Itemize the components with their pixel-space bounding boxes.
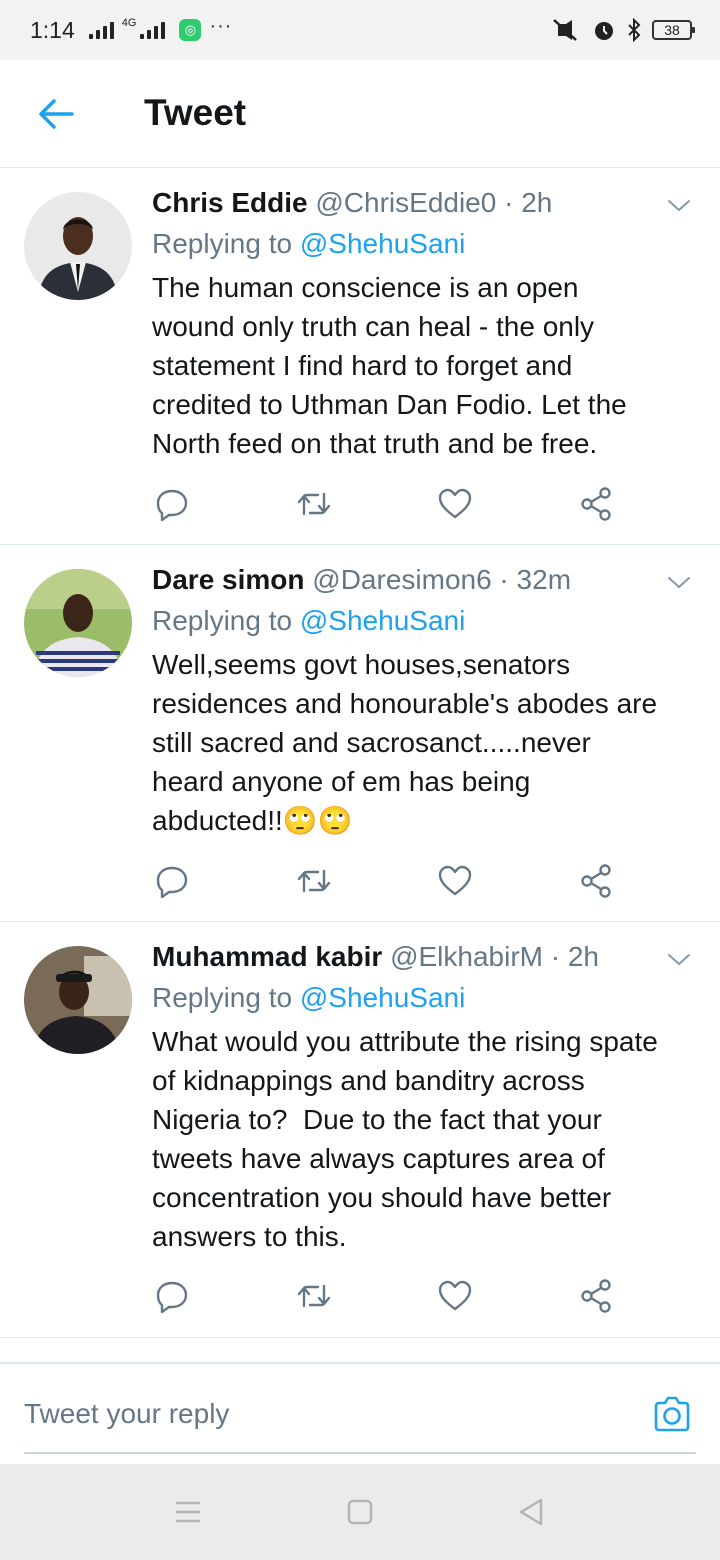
top-app-bar: Tweet xyxy=(0,60,720,168)
author-name[interactable]: Chris Eddie xyxy=(152,187,308,218)
replying-to: Replying to @ShehuSani xyxy=(152,981,700,1015)
tweet-text: The human conscience is an open wound on… xyxy=(152,272,627,459)
reply-input[interactable] xyxy=(24,1392,584,1436)
like-icon[interactable] xyxy=(437,863,473,899)
tweet-item[interactable]: Muhammad kabir @ElkhabirM · 2h Replying … xyxy=(0,922,720,1338)
replying-to-label: Replying to xyxy=(152,982,300,1013)
tweet-item[interactable]: Chris Eddie @ChrisEddie0 · 2h Replying t… xyxy=(0,168,720,545)
tweet-actions xyxy=(152,1278,622,1318)
replying-to-mention[interactable]: @ShehuSani xyxy=(300,228,465,259)
replying-to: Replying to @ShehuSani xyxy=(152,604,700,638)
avatar[interactable] xyxy=(24,192,132,300)
avatar[interactable] xyxy=(24,946,132,1054)
tweet-content: Muhammad kabir @ElkhabirM · 2h Replying … xyxy=(152,940,700,1256)
share-icon[interactable] xyxy=(578,1278,614,1314)
reply-composer xyxy=(0,1362,720,1464)
home-square-icon[interactable] xyxy=(342,1494,378,1530)
page-title: Tweet xyxy=(144,92,247,133)
back-arrow-icon[interactable] xyxy=(36,94,76,134)
retweet-icon[interactable] xyxy=(296,1278,332,1314)
tweet-content: Dare simon @Daresimon6 · 32m Replying to… xyxy=(152,563,700,840)
like-icon[interactable] xyxy=(437,486,473,522)
tweet-header: Muhammad kabir @ElkhabirM · 2h xyxy=(152,940,700,974)
tweet-actions xyxy=(152,863,622,903)
tweet-header: Chris Eddie @ChrisEddie0 · 2h xyxy=(152,186,700,220)
app-notification-icon: ◎ xyxy=(179,19,202,41)
retweet-icon[interactable] xyxy=(296,863,332,899)
tweet-text: Well,seems govt houses,senators residenc… xyxy=(152,649,658,836)
reply-icon[interactable] xyxy=(154,486,190,522)
status-time: 1:14 xyxy=(30,16,75,43)
network-label: 4G xyxy=(121,16,137,29)
status-bar: 1:14 4G ◎ ··· 38 xyxy=(0,0,720,60)
tweet-time: 2h xyxy=(521,187,553,218)
4g-signal-icon xyxy=(140,21,166,39)
share-icon[interactable] xyxy=(578,863,614,899)
back-triangle-icon[interactable] xyxy=(514,1494,550,1530)
chevron-down-icon[interactable] xyxy=(666,569,692,595)
replying-to-label: Replying to xyxy=(152,605,300,636)
reply-icon[interactable] xyxy=(154,863,190,899)
reply-icon[interactable] xyxy=(154,1278,190,1314)
author-handle[interactable]: @Daresimon6 xyxy=(312,564,491,595)
more-notifications-icon: ··· xyxy=(209,14,233,37)
tweet-content: Chris Eddie @ChrisEddie0 · 2h Replying t… xyxy=(152,186,700,463)
like-icon[interactable] xyxy=(437,1278,473,1314)
camera-icon[interactable] xyxy=(652,1394,692,1434)
replying-to-label: Replying to xyxy=(152,228,300,259)
replying-to: Replying to @ShehuSani xyxy=(152,227,700,261)
tweet-time: 2h xyxy=(567,941,600,972)
separator: · xyxy=(542,941,568,972)
alarm-icon xyxy=(595,22,613,40)
author-name[interactable]: Dare simon xyxy=(152,564,305,595)
system-navigation-bar xyxy=(0,1464,720,1560)
tweet-actions xyxy=(152,486,622,526)
tweet-header: Dare simon @Daresimon6 · 32m xyxy=(152,563,700,597)
author-name[interactable]: Muhammad kabir xyxy=(152,941,382,972)
retweet-icon[interactable] xyxy=(296,486,332,522)
avatar[interactable] xyxy=(24,569,132,677)
separator: · xyxy=(491,564,517,595)
chevron-down-icon[interactable] xyxy=(666,192,692,218)
signal-icon xyxy=(88,21,114,39)
reply-input-underline xyxy=(24,1452,696,1454)
menu-icon[interactable] xyxy=(170,1494,206,1530)
bluetooth-icon xyxy=(628,18,641,42)
mute-icon xyxy=(553,19,577,41)
battery-icon: 38 xyxy=(652,20,695,40)
author-handle[interactable]: @ElkhabirM xyxy=(390,941,543,972)
tweet-text: What would you attribute the rising spat… xyxy=(152,1026,658,1252)
chevron-down-icon[interactable] xyxy=(666,946,692,972)
separator: · xyxy=(496,187,522,218)
author-handle[interactable]: @ChrisEddie0 xyxy=(315,187,496,218)
tweet-time: 32m xyxy=(516,564,572,595)
share-icon[interactable] xyxy=(578,486,614,522)
replying-to-mention[interactable]: @ShehuSani xyxy=(300,605,465,636)
tweet-item[interactable]: Dare simon @Daresimon6 · 32m Replying to… xyxy=(0,545,720,922)
replying-to-mention[interactable]: @ShehuSani xyxy=(300,982,465,1013)
